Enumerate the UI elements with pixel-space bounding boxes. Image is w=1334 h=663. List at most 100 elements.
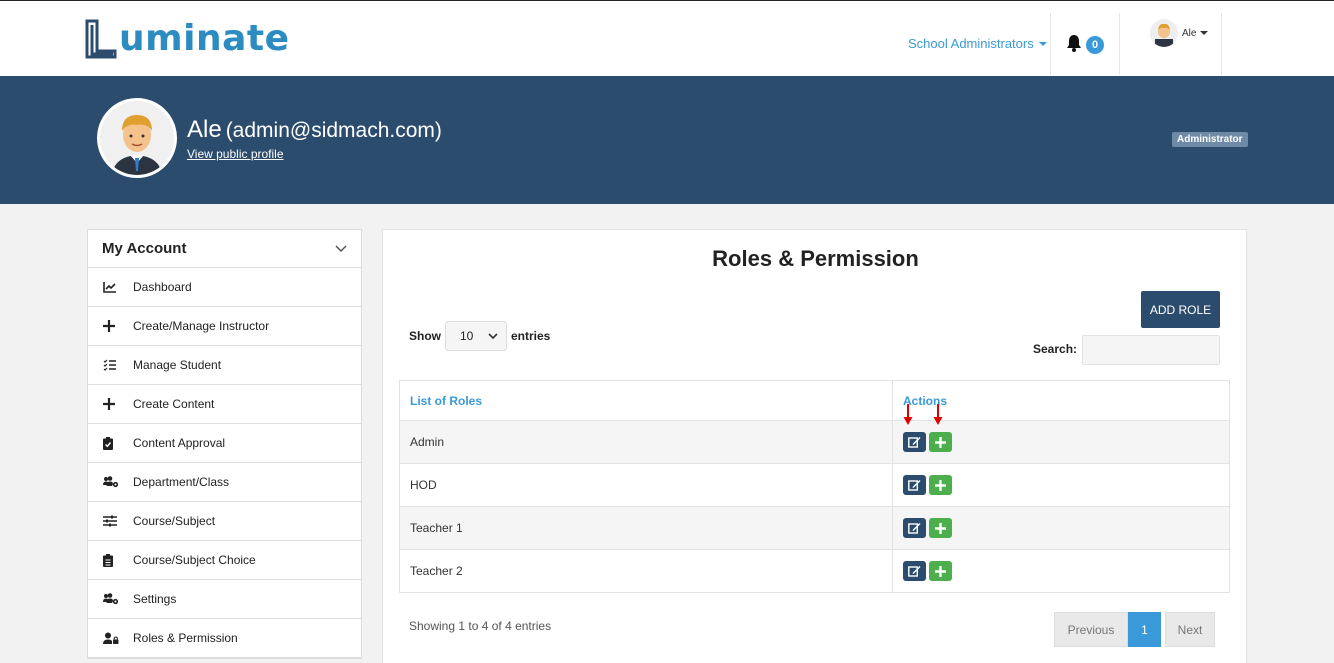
users-cog-icon xyxy=(103,593,133,605)
sidebar-item-label: Department/Class xyxy=(133,475,230,489)
roles-table: List of Roles Actions Admin HOD Teacher … xyxy=(399,380,1230,593)
bell-icon[interactable] xyxy=(1065,34,1083,55)
edit-role-button[interactable] xyxy=(903,561,926,581)
logo-text: uminate xyxy=(119,18,290,59)
role-name-cell: HOD xyxy=(399,463,893,507)
user-lock-icon xyxy=(103,632,133,645)
search-input[interactable] xyxy=(1082,335,1220,365)
nav-divider xyxy=(1119,13,1120,75)
search-label: Search: xyxy=(1033,342,1078,356)
annotation-arrow-icon xyxy=(933,404,943,425)
edit-icon xyxy=(908,480,921,491)
user-avatar xyxy=(1150,19,1178,47)
sidebar-item-label: Create/Manage Instructor xyxy=(133,319,270,333)
role-badge: Administrator xyxy=(1172,132,1248,147)
role-name-cell: Admin xyxy=(399,420,893,464)
nav-divider xyxy=(1221,13,1222,75)
chevron-down-icon xyxy=(335,240,347,257)
actions-cell xyxy=(892,506,1230,550)
clipboard-list-icon xyxy=(103,553,133,567)
user-menu-dropdown[interactable]: Ale xyxy=(1150,19,1209,47)
caret-down-icon xyxy=(1200,31,1209,35)
edit-role-button[interactable] xyxy=(903,518,926,538)
users-cog-icon xyxy=(103,476,133,488)
plus-icon xyxy=(935,436,946,448)
table-row: Teacher 2 xyxy=(399,549,1230,593)
entries-length-control: Show 10 entries xyxy=(409,321,550,351)
sidebar-heading: My Account xyxy=(102,240,187,257)
sidebar-item-department-class[interactable]: Department/Class xyxy=(88,463,361,502)
add-permission-button[interactable] xyxy=(929,518,952,538)
table-row: Teacher 1 xyxy=(399,506,1230,550)
table-row: HOD xyxy=(399,463,1230,507)
profile-name: Ale xyxy=(187,116,222,143)
notification-count-badge[interactable]: 0 xyxy=(1086,36,1104,54)
show-label: Show xyxy=(409,329,441,343)
edit-role-button[interactable] xyxy=(903,432,926,452)
plus-icon xyxy=(103,398,133,410)
entries-select-value: 10 xyxy=(460,329,474,343)
sliders-icon xyxy=(103,515,133,527)
actions-cell xyxy=(892,463,1230,507)
luminate-logo[interactable]: uminate xyxy=(85,13,290,59)
previous-page-button[interactable]: Previous xyxy=(1054,612,1128,647)
add-permission-button[interactable] xyxy=(929,432,952,452)
sidebar-item-settings[interactable]: Settings xyxy=(88,580,361,619)
actions-cell xyxy=(892,549,1230,593)
sidebar-item-label: Dashboard xyxy=(133,280,192,294)
entries-select[interactable]: 10 xyxy=(445,321,507,351)
sidebar-item-dashboard[interactable]: Dashboard xyxy=(88,268,361,307)
sidebar-item-manage-student[interactable]: Manage Student xyxy=(88,346,361,385)
role-name-cell: Teacher 2 xyxy=(399,549,893,593)
table-info-text: Showing 1 to 4 of 4 entries xyxy=(409,619,552,633)
add-permission-button[interactable] xyxy=(929,561,952,581)
account-sidebar: My Account Dashboard Create/Manage Instr… xyxy=(87,229,362,659)
role-switcher-dropdown[interactable]: School Administrators xyxy=(908,36,1047,51)
column-header-list-of-roles[interactable]: List of Roles xyxy=(399,380,893,421)
chart-line-icon xyxy=(103,281,133,293)
sidebar-item-label: Roles & Permission xyxy=(133,631,238,645)
plus-icon xyxy=(103,320,133,332)
top-navbar: uminate School Administrators 0 Ale xyxy=(0,0,1334,76)
page-1-button[interactable]: 1 xyxy=(1128,612,1161,647)
nav-divider xyxy=(1050,13,1051,75)
sidebar-item-label: Course/Subject Choice xyxy=(133,553,256,567)
table-row: Admin xyxy=(399,404,1230,464)
list-check-icon xyxy=(103,359,133,371)
view-public-profile-link[interactable]: View public profile xyxy=(187,147,284,161)
clipboard-check-icon xyxy=(103,436,133,450)
sidebar-heading-toggle[interactable]: My Account xyxy=(88,230,361,268)
edit-icon xyxy=(908,566,921,577)
plus-icon xyxy=(935,522,946,534)
profile-heading: Ale (admin@sidmach.com) xyxy=(187,116,442,144)
role-name-cell: Teacher 1 xyxy=(399,506,893,550)
sidebar-item-course-subject-choice[interactable]: Course/Subject Choice xyxy=(88,541,361,580)
sidebar-item-label: Settings xyxy=(133,592,177,606)
profile-avatar xyxy=(97,98,177,178)
add-role-button[interactable]: ADD ROLE xyxy=(1141,291,1220,328)
sidebar-item-content-approval[interactable]: Content Approval xyxy=(88,424,361,463)
sidebar-item-course-subject[interactable]: Course/Subject xyxy=(88,502,361,541)
entries-label: entries xyxy=(511,329,551,343)
next-page-button[interactable]: Next xyxy=(1165,612,1215,647)
sidebar-item-label: Manage Student xyxy=(133,358,222,372)
profile-email: (admin@sidmach.com) xyxy=(225,119,442,142)
add-permission-button[interactable] xyxy=(929,475,952,495)
annotation-arrow-icon xyxy=(903,404,913,425)
logo-mark-icon xyxy=(85,19,117,59)
sidebar-item-label: Course/Subject xyxy=(133,514,216,528)
page-title: Roles & Permission xyxy=(712,246,919,271)
sidebar-item-create-content[interactable]: Create Content xyxy=(88,385,361,424)
sidebar-item-create-manage-instructor[interactable]: Create/Manage Instructor xyxy=(88,307,361,346)
sidebar-item-label: Content Approval xyxy=(133,436,226,450)
sidebar-item-roles-permission[interactable]: Roles & Permission xyxy=(88,619,361,658)
user-name-label: Ale xyxy=(1182,27,1197,39)
plus-icon xyxy=(935,479,946,491)
role-switcher-label: School Administrators xyxy=(908,36,1034,51)
column-header-actions[interactable]: Actions xyxy=(892,380,1230,421)
sidebar-item-label: Create Content xyxy=(133,397,215,411)
chevron-down-icon xyxy=(488,329,498,343)
profile-banner: Ale (admin@sidmach.com) View public profi… xyxy=(0,76,1334,204)
edit-role-button[interactable] xyxy=(903,475,926,495)
edit-icon xyxy=(908,437,921,448)
